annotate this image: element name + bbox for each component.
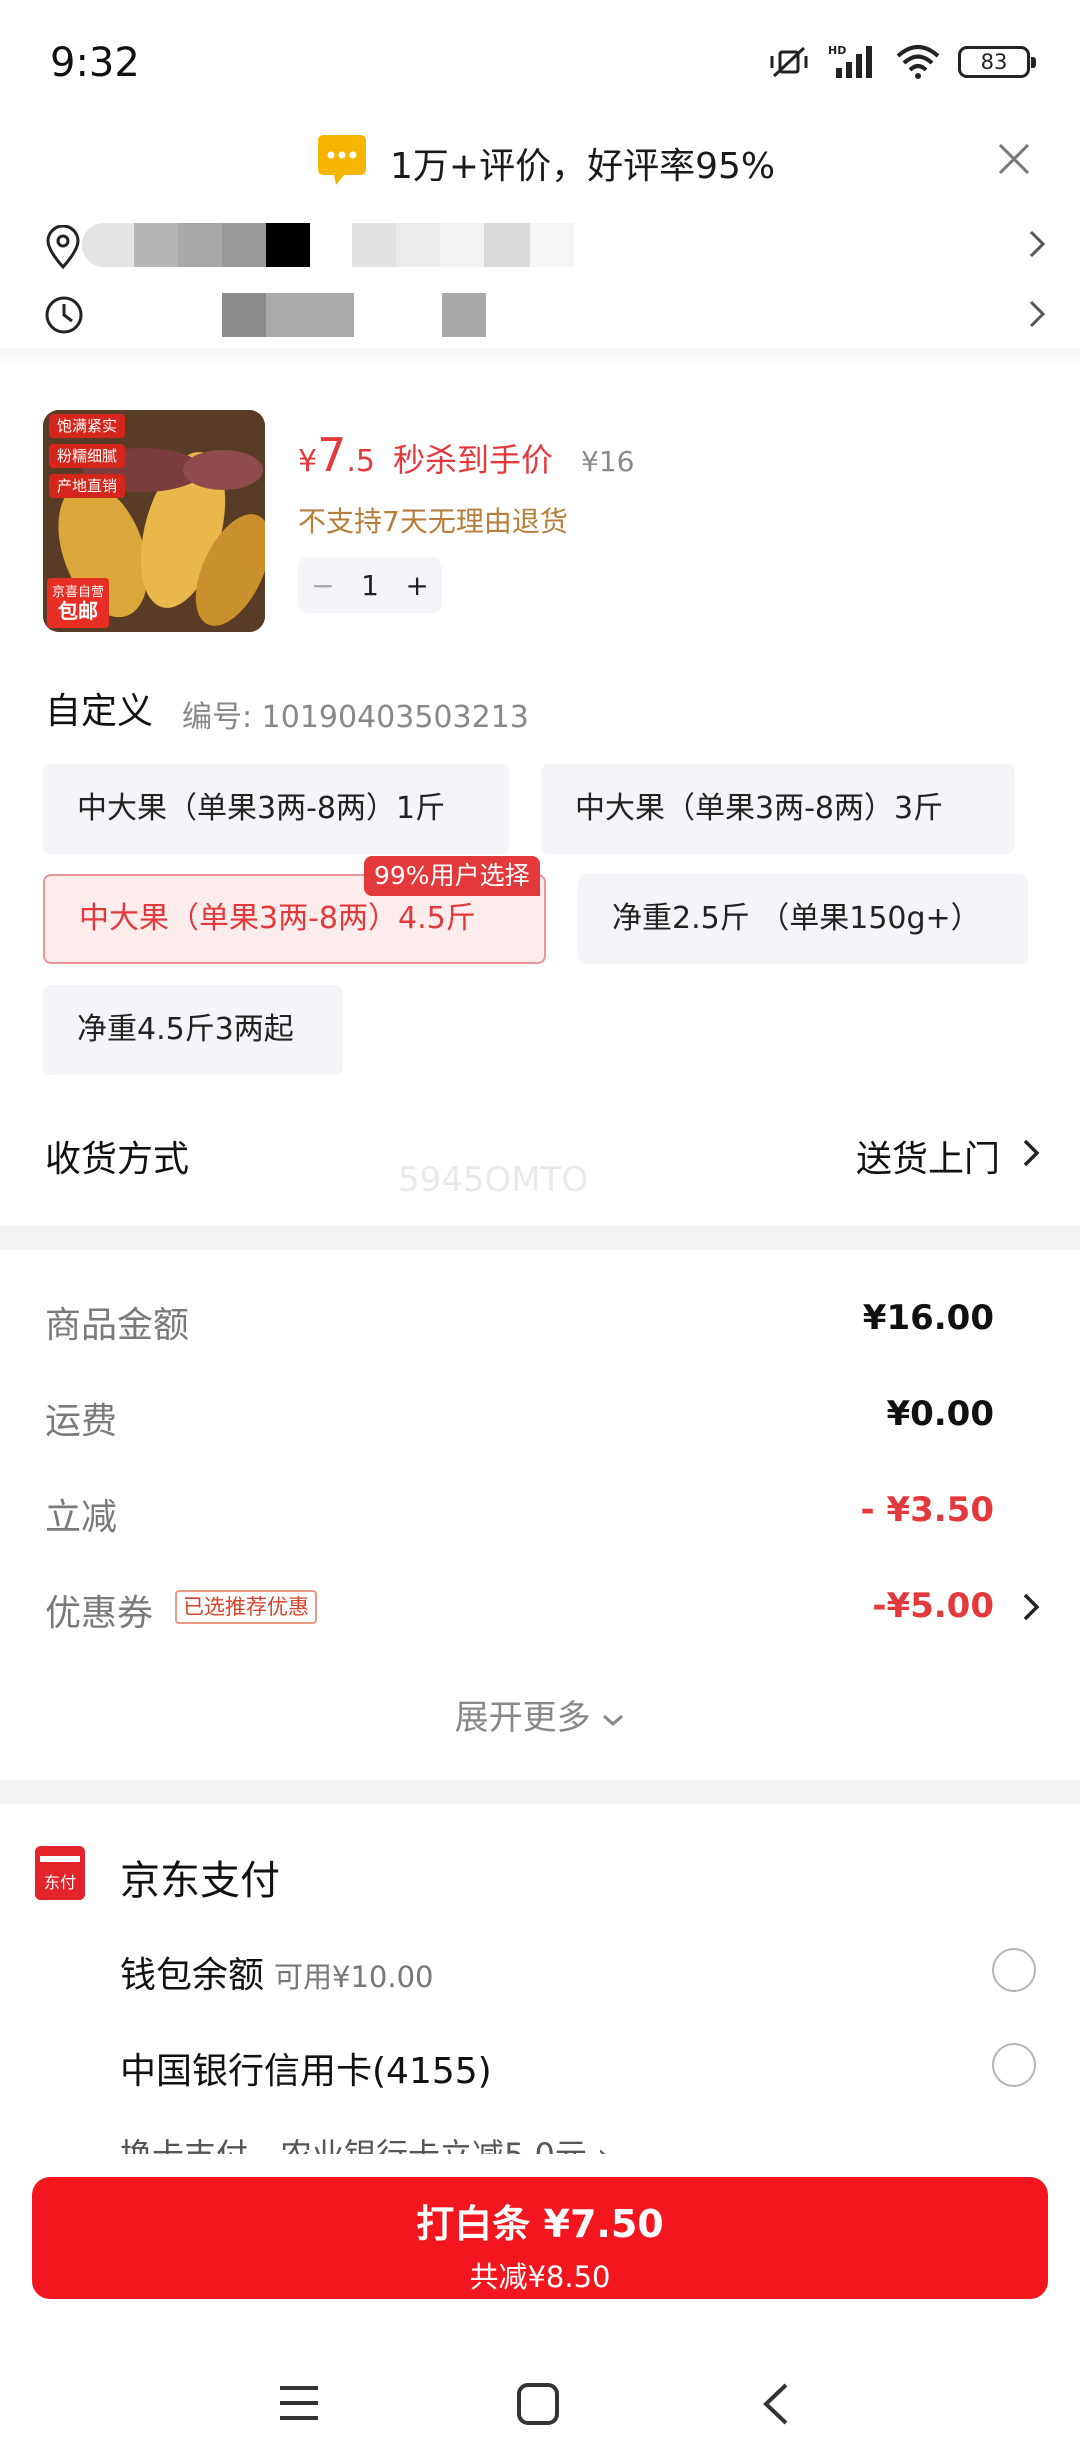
image-tag: 产地直销 [49, 474, 126, 498]
location-pin-icon [46, 225, 80, 269]
wallet-balance-label: 钱包余额 [120, 1955, 265, 1996]
return-policy: 不支持7天无理由退货 [298, 505, 568, 538]
image-tag: 饱满紧实 [49, 414, 126, 438]
price-row: ¥ 7 .5 秒杀到手价 ¥16 [298, 428, 634, 482]
expand-more-label: 展开更多 [454, 1698, 591, 1738]
instant-discount-value: - ¥3.50 [860, 1490, 995, 1530]
wifi-icon [896, 45, 940, 79]
message-icon [318, 135, 366, 185]
product-image[interactable]: 饱满紧实 粉糯细腻 产地直销 京喜自营 包邮 [43, 410, 265, 632]
spec-option[interactable]: 中大果（单果3两-8两）1斤 [43, 764, 509, 854]
shipping-label: 运费 [45, 1401, 118, 1442]
chevron-right-icon [1029, 230, 1046, 258]
credit-card-radio[interactable] [992, 2043, 1036, 2087]
wallet-balance-option[interactable]: 钱包余额 可用¥10.00 [120, 1946, 434, 1998]
section-divider [0, 1780, 1080, 1804]
price-integer: 7 [317, 428, 347, 482]
delivery-method-label: 收货方式 [45, 1139, 190, 1180]
spec-option[interactable]: 净重4.5斤3两起 [43, 985, 343, 1075]
spec-option[interactable]: 中大果（单果3两-8两）3斤 [541, 764, 1015, 854]
free-shipping-tag: 京喜自营 包邮 [47, 578, 109, 628]
switch-card-promo[interactable]: 换卡支付，农业银行卡立减5.0元 › [120, 2130, 610, 2154]
menu-icon[interactable] [278, 2384, 320, 2422]
delivery-time-row[interactable] [0, 285, 1080, 345]
expand-more-button[interactable]: 展开更多 [0, 1690, 1080, 1739]
credit-card-option[interactable]: 中国银行信用卡(4155) [120, 2042, 492, 2094]
coupon-recommended-tag: 已选推荐优惠 [175, 1590, 317, 1624]
status-icons: HD 83 [768, 44, 1036, 80]
corner-tag-bottom: 包邮 [58, 599, 98, 623]
price-description: 秒杀到手价 [393, 441, 554, 479]
mute-vibrate-icon [770, 46, 808, 78]
svg-text:HD: HD [828, 44, 846, 57]
image-tag: 粉糯细腻 [49, 444, 126, 468]
spec-code: 编号: 10190403503213 [182, 700, 529, 735]
quantity-value[interactable]: 1 [361, 569, 379, 602]
back-icon[interactable] [760, 2382, 790, 2426]
price-decimal: .5 [346, 444, 375, 479]
wallet-available: 可用¥10.00 [274, 1960, 434, 1994]
hd-signal-icon: HD [828, 44, 872, 78]
clock-icon [45, 296, 83, 334]
original-price: ¥16 [581, 445, 635, 478]
delivery-method-value[interactable]: 送货上门 [856, 1130, 1000, 1182]
coupon-label: 优惠券 [45, 1593, 154, 1634]
pay-button-main: 打白条 ¥7.50 [416, 2202, 664, 2246]
section-divider [0, 1226, 1080, 1250]
system-nav-bar [0, 2360, 1080, 2460]
quantity-stepper: − 1 + [298, 557, 442, 613]
spec-title: 自定义 [45, 691, 154, 732]
home-icon[interactable] [516, 2382, 560, 2426]
watermark: 5945OMTO [398, 1160, 589, 1200]
wallet-balance-radio[interactable] [992, 1948, 1036, 1992]
corner-tag-top: 京喜自营 [51, 585, 104, 600]
status-bar: 9:32 HD 83 [0, 0, 1080, 130]
pay-button-sub: 共减¥8.50 [469, 2260, 611, 2294]
jd-pay-icon: 东付 [35, 1846, 85, 1900]
payment-title: 京东支付 [120, 1858, 280, 1904]
coupon-value[interactable]: -¥5.00 [872, 1586, 994, 1626]
jd-pay-icon-text: 东付 [44, 1873, 76, 1892]
popular-choice-badge: 99%用户选择 [364, 856, 540, 896]
instant-discount-label: 立减 [45, 1497, 118, 1538]
close-icon[interactable] [996, 141, 1032, 177]
quantity-decrease-button[interactable]: − [311, 569, 334, 602]
price-currency: ¥ [298, 444, 318, 479]
chevron-right-icon [1029, 300, 1046, 328]
address-row[interactable] [0, 215, 1080, 275]
section-divider [0, 348, 1080, 368]
status-time: 9:32 [50, 40, 140, 86]
pay-button[interactable]: 打白条 ¥7.50 共减¥8.50 [32, 2177, 1048, 2299]
goods-amount-value: ¥16.00 [862, 1298, 994, 1338]
review-summary: 1万+评价，好评率95% [390, 146, 776, 187]
quantity-increase-button[interactable]: + [405, 569, 428, 602]
goods-amount-label: 商品金额 [45, 1305, 190, 1346]
shipping-value: ¥0.00 [886, 1394, 994, 1434]
chevron-down-icon [603, 1714, 624, 1726]
chevron-right-icon[interactable] [1022, 1592, 1040, 1622]
spec-option[interactable]: 净重2.5斤 （单果150g+） [578, 874, 1028, 964]
battery-indicator: 83 [958, 46, 1036, 78]
review-banner[interactable]: 1万+评价，好评率95% [0, 125, 1080, 200]
chevron-right-icon[interactable] [1022, 1138, 1040, 1168]
